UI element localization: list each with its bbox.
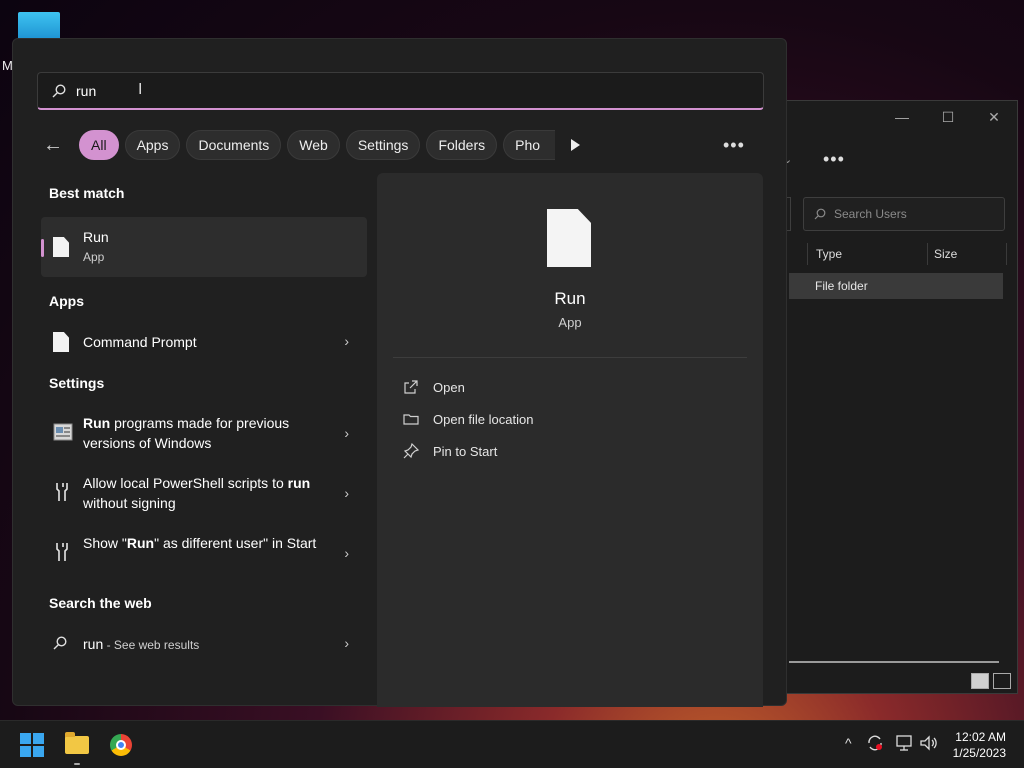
settings-item-compatibility[interactable]: Run programs made for previous versions … (41, 409, 367, 457)
taskbar: ^ 12:02 AM 1/25/2023 (0, 720, 1024, 768)
preview-title: Run (554, 289, 586, 308)
document-icon (547, 209, 591, 267)
volume-icon[interactable] (919, 734, 939, 752)
compatibility-icon (53, 423, 73, 441)
filter-chip-apps[interactable]: Apps (124, 130, 181, 160)
filter-chip-folders[interactable]: Folders (426, 130, 498, 160)
clock-time: 12:02 AM (955, 730, 1006, 744)
details-view-icon[interactable] (971, 673, 989, 689)
sync-icon[interactable] (866, 734, 884, 752)
search-icon (53, 636, 67, 650)
best-match-subtitle: App (83, 250, 105, 264)
section-best-match: Best match (49, 185, 125, 201)
clock[interactable]: 12:02 AM 1/25/2023 (953, 729, 1006, 761)
section-search-the-web: Search the web (49, 595, 152, 611)
pin-icon (403, 443, 419, 459)
action-pin-to-start[interactable]: Pin to Start (403, 443, 497, 459)
column-header-type[interactable]: Type (807, 243, 927, 265)
folder-icon (65, 732, 89, 754)
close-button[interactable]: ✕ (971, 109, 1017, 126)
folder-icon (403, 414, 419, 425)
open-external-icon (404, 380, 418, 394)
document-icon (53, 332, 69, 352)
chevron-right-icon[interactable]: › (344, 545, 349, 561)
list-item-label: Command Prompt (83, 334, 197, 350)
section-apps: Apps (49, 293, 84, 309)
filter-chip-all[interactable]: All (79, 130, 119, 160)
search-icon (814, 208, 826, 220)
filter-chip-settings[interactable]: Settings (345, 130, 421, 160)
chevron-right-icon[interactable]: › (344, 635, 349, 651)
action-label: Open (433, 379, 465, 395)
search-icon (52, 83, 66, 97)
preview-pane: Run App Open Open file location Pin to S… (377, 173, 763, 707)
filter-chip-photos[interactable]: Pho (503, 130, 556, 160)
text-cursor-icon: I (138, 81, 143, 98)
section-settings: Settings (49, 375, 105, 391)
action-open-file-location[interactable]: Open file location (403, 411, 533, 427)
list-item-label: Allow local PowerShell scripts to run wi… (83, 475, 311, 511)
filter-chip-web[interactable]: Web (287, 130, 340, 160)
tools-icon (56, 543, 68, 561)
back-arrow-icon[interactable]: ← (43, 134, 79, 157)
settings-item-powershell[interactable]: Allow local PowerShell scripts to run wi… (41, 469, 367, 517)
search-filter-bar: ← All Apps Documents Web Settings Folder… (43, 129, 763, 161)
preview-subtitle: App (558, 315, 582, 330)
chrome-icon (110, 734, 132, 756)
action-open[interactable]: Open (403, 379, 465, 395)
explorer-titlebar: — ☐ ✕ (787, 101, 1017, 133)
settings-item-run-as-user[interactable]: Show "Run" as different user" in Start › (41, 529, 367, 577)
network-icon[interactable] (894, 734, 914, 752)
scroll-right-icon[interactable] (571, 139, 581, 151)
search-box[interactable]: I (37, 72, 764, 110)
chrome-taskbar-button[interactable] (105, 729, 137, 761)
list-item-label: run - See web results (83, 636, 200, 652)
file-explorer-taskbar-button[interactable] (61, 729, 93, 761)
tray-chevron-up-icon[interactable]: ^ (845, 735, 852, 751)
windows-logo-icon (20, 733, 44, 757)
list-item-label: Show "Run" as different user" in Start (83, 535, 317, 551)
running-indicator (74, 763, 80, 765)
start-search-panel: I ← All Apps Documents Web Settings Fold… (12, 38, 787, 707)
best-match-label: Run App (83, 227, 323, 267)
view-toggle (971, 673, 1011, 689)
best-match-title: Run (83, 229, 109, 245)
web-search-result[interactable]: run - See web results › (41, 629, 367, 659)
divider (393, 357, 747, 358)
table-row[interactable]: File folder (789, 273, 1003, 299)
column-header-size[interactable]: Size (927, 243, 1007, 265)
chevron-right-icon[interactable]: › (344, 425, 349, 441)
selection-indicator (41, 239, 44, 257)
chevron-right-icon[interactable]: › (344, 485, 349, 501)
explorer-search-input[interactable]: Search Users (803, 197, 1005, 231)
file-explorer-window[interactable]: — ☐ ✕ ⌄ ••• Search Users Type Size File … (783, 100, 1018, 694)
list-item-label: Run programs made for previous versions … (83, 415, 290, 451)
filter-chip-documents[interactable]: Documents (186, 130, 282, 160)
search-input[interactable] (76, 82, 676, 99)
explorer-column-headers: Type Size (807, 239, 1007, 269)
maximize-button[interactable]: ☐ (925, 109, 971, 126)
large-icons-view-icon[interactable] (993, 673, 1011, 689)
best-match-run[interactable]: Run App (41, 217, 367, 277)
document-icon (53, 237, 69, 257)
explorer-search-placeholder: Search Users (834, 207, 907, 221)
tools-icon (56, 483, 68, 501)
chevron-right-icon[interactable]: › (344, 333, 349, 349)
start-button[interactable] (16, 729, 48, 761)
minimize-button[interactable]: — (879, 109, 925, 125)
clock-date: 1/25/2023 (952, 746, 1006, 760)
horizontal-scrollbar[interactable] (789, 661, 999, 663)
action-label: Pin to Start (433, 443, 498, 459)
more-options-button[interactable]: ••• (723, 135, 745, 156)
list-item-command-prompt[interactable]: Command Prompt › (41, 327, 367, 357)
action-label: Open file location (433, 411, 534, 427)
explorer-more-button[interactable]: ••• (823, 149, 845, 170)
